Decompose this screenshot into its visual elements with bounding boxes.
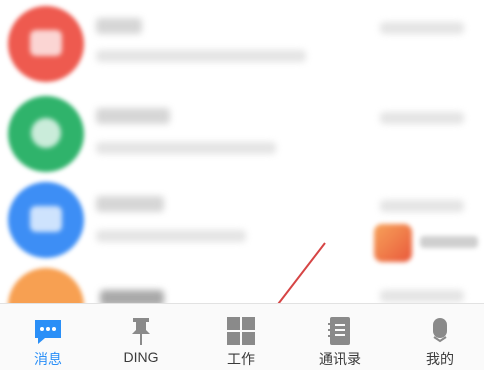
conversation-time	[380, 290, 464, 302]
conversation-row[interactable]	[0, 4, 484, 94]
tab-messages[interactable]: 消息	[0, 304, 96, 370]
tab-label: 我的	[426, 351, 454, 367]
tab-label: 消息	[34, 351, 62, 367]
pin-icon	[132, 318, 150, 345]
app-icon	[374, 224, 412, 262]
phone-icon	[31, 118, 61, 148]
conversation-row[interactable]	[0, 96, 484, 186]
tab-label: DING	[123, 349, 159, 365]
mail-icon	[30, 30, 62, 56]
chat-icon	[30, 206, 62, 232]
conversation-title	[96, 18, 142, 34]
floating-notification[interactable]	[370, 218, 484, 268]
grid-icon	[227, 317, 255, 345]
tab-me[interactable]: 我的	[392, 304, 484, 370]
conversation-time	[380, 200, 464, 212]
conversation-avatar	[8, 268, 84, 305]
tab-label: 工作	[227, 351, 255, 367]
conversation-preview	[96, 142, 276, 154]
conversation-avatar	[8, 6, 84, 82]
conversation-list	[0, 0, 484, 305]
conversation-time	[380, 112, 464, 124]
conversation-title	[96, 196, 164, 212]
bottom-tab-bar: 消息 DING 工作 通讯录 我的	[0, 303, 484, 370]
contacts-book-icon	[328, 317, 350, 345]
tab-contacts[interactable]: 通讯录	[292, 304, 388, 370]
conversation-title	[96, 108, 170, 124]
notification-text	[420, 236, 478, 248]
conversation-row[interactable]	[0, 268, 484, 305]
conversation-avatar	[8, 96, 84, 172]
message-bubble-icon	[35, 320, 61, 344]
conversation-time	[380, 22, 464, 34]
profile-icon	[433, 318, 447, 343]
tab-work[interactable]: 工作	[193, 304, 289, 370]
tab-label: 通讯录	[319, 351, 361, 367]
conversation-preview	[96, 50, 306, 62]
conversation-preview	[96, 230, 246, 242]
conversation-avatar	[8, 182, 84, 258]
tab-ding[interactable]: DING	[93, 304, 189, 370]
